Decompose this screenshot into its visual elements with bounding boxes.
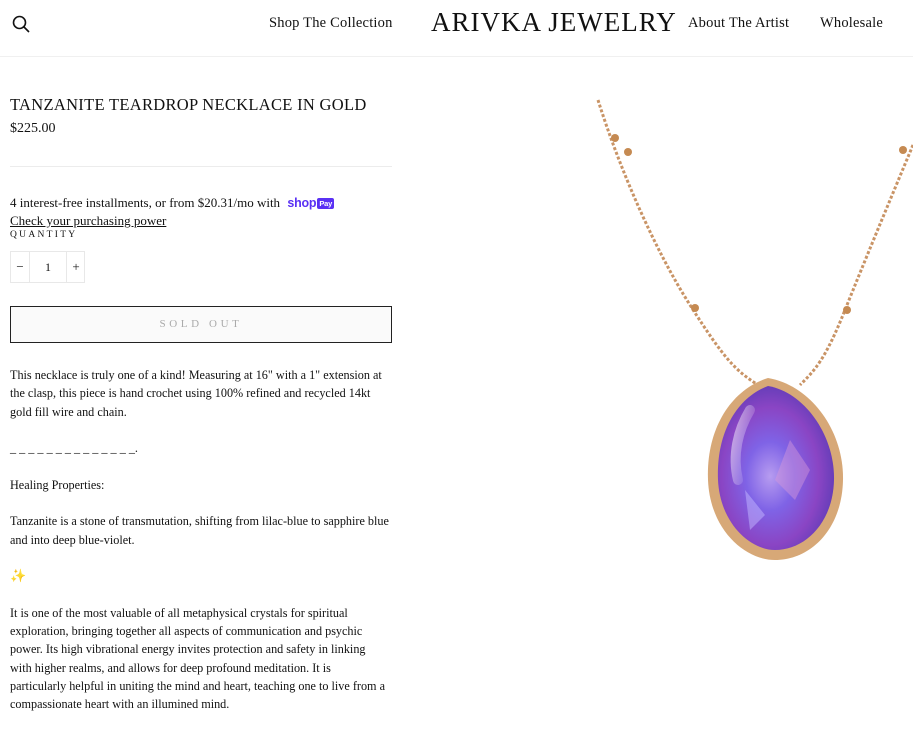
description-divider: _ _ _ _ _ _ _ _ _ _ _ _ _ _.	[10, 441, 138, 456]
product-price: $225.00	[10, 121, 56, 136]
quantity-decrease-button[interactable]: −	[11, 252, 29, 282]
nav-about-artist[interactable]: About The Artist	[688, 15, 789, 32]
quantity-increase-button[interactable]: +	[67, 252, 85, 282]
divider	[10, 166, 392, 167]
installments-text: 4 interest-free installments, or from $2…	[10, 195, 335, 211]
product-image[interactable]	[560, 60, 913, 620]
quantity-stepper: − 1 +	[10, 251, 85, 283]
healing-properties-heading: Healing Properties:	[10, 477, 105, 492]
sold-out-button[interactable]: SOLD OUT	[10, 306, 392, 343]
sparkle-icon: ✨	[10, 568, 27, 584]
site-header: Shop The Collection ARIVKA JEWELRY About…	[0, 0, 913, 57]
description-paragraph: Tanzanite is a stone of transmutation, s…	[10, 514, 389, 547]
description-paragraph: This necklace is truly one of a kind! Me…	[10, 368, 382, 419]
quantity-input[interactable]: 1	[29, 252, 67, 282]
shop-pay-logo[interactable]: shop Pay	[287, 196, 335, 210]
shop-logo-text: shop	[287, 196, 317, 210]
nav-wholesale[interactable]: Wholesale	[820, 15, 883, 32]
check-purchasing-power-link[interactable]: Check your purchasing power	[10, 213, 166, 229]
pay-badge: Pay	[317, 198, 335, 209]
quantity-label: QUANTITY	[10, 230, 78, 240]
product-title: TANZANITE TEARDROP NECKLACE IN GOLD	[10, 95, 367, 114]
search-icon[interactable]	[12, 15, 30, 33]
product-description: This necklace is truly one of a kind! Me…	[10, 366, 390, 732]
nav-shop-collection[interactable]: Shop The Collection	[269, 15, 393, 32]
installments-label: 4 interest-free installments, or from $2…	[10, 195, 281, 210]
description-paragraph: It is one of the most valuable of all me…	[10, 605, 385, 712]
brand-logo[interactable]: ARIVKA JEWELRY	[431, 7, 677, 38]
